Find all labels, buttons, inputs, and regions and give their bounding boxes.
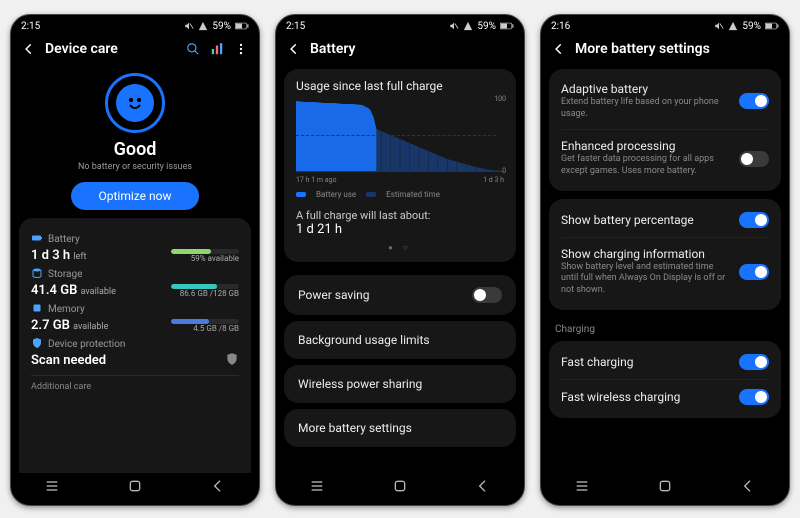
optimize-button[interactable]: Optimize now	[71, 182, 200, 210]
enhanced-toggle[interactable]	[739, 151, 769, 167]
signal-icon	[728, 21, 738, 31]
nav-back-icon[interactable]	[475, 478, 491, 497]
health-summary: Good No battery or security issues Optim…	[11, 65, 259, 214]
battery-icon	[500, 22, 514, 30]
rating-subtext: No battery or security issues	[11, 162, 259, 174]
more-icon[interactable]	[233, 41, 249, 57]
usage-heading: Usage since last full charge	[296, 79, 504, 93]
mute-icon	[184, 21, 194, 31]
back-icon[interactable]	[286, 41, 302, 57]
back-icon[interactable]	[21, 41, 37, 57]
storage-stat[interactable]: Storage 41.4 GB available 86.6 GB /128 G…	[31, 267, 239, 298]
adaptive-panel: Adaptive battery Extend battery life bas…	[549, 69, 781, 191]
header: Device care	[11, 35, 259, 65]
nav-home-icon[interactable]	[392, 478, 408, 497]
more-battery-settings-item[interactable]: More battery settings	[284, 409, 516, 447]
fast-charging-item[interactable]: Fast charging	[561, 345, 769, 379]
status-bar: 2:16 59%	[541, 15, 789, 35]
charging-section-header: Charging	[555, 324, 775, 335]
chart-x-start: 17 h 1 m ago	[296, 176, 336, 184]
chart-x-end: 1 d 3 h	[483, 176, 504, 184]
memory-stat[interactable]: Memory 2.7 GB available 4.5 GB /8 GB	[31, 302, 239, 333]
fast-wireless-toggle[interactable]	[739, 389, 769, 405]
page-title: More battery settings	[575, 41, 710, 57]
display-panel: Show battery percentage Show charging in…	[549, 199, 781, 310]
additional-care[interactable]: Additional care	[31, 375, 239, 392]
fast-charging-toggle[interactable]	[739, 354, 769, 370]
protection-stat[interactable]: Device protection Scan needed	[31, 337, 239, 369]
smiley-icon	[105, 73, 165, 133]
memory-icon	[31, 302, 43, 317]
nav-back-icon[interactable]	[740, 478, 756, 497]
battery-icon	[765, 22, 779, 30]
nav-home-icon[interactable]	[657, 478, 673, 497]
page-title: Device care	[45, 41, 118, 57]
status-time: 2:15	[286, 21, 305, 32]
charging-panel: Fast charging Fast wireless charging	[549, 341, 781, 418]
battery-icon	[235, 22, 249, 30]
more-battery-settings-screen: 2:16 59% More battery settings Adaptive …	[540, 14, 790, 506]
bg-limits-item[interactable]: Background usage limits	[284, 321, 516, 359]
header: More battery settings	[541, 35, 789, 65]
battery-stat[interactable]: Battery 1 d 3 h left 59% available	[31, 232, 239, 263]
show-percentage-toggle[interactable]	[739, 212, 769, 228]
shield-icon	[225, 352, 239, 369]
enhanced-processing-item[interactable]: Enhanced processing Get faster data proc…	[561, 129, 769, 186]
nav-recents-icon[interactable]	[574, 478, 590, 497]
mute-icon	[714, 21, 724, 31]
rating-text: Good	[11, 139, 259, 160]
battery-status: 59%	[742, 21, 761, 32]
adaptive-toggle[interactable]	[739, 93, 769, 109]
pager-dots[interactable]: ● ○	[296, 243, 504, 252]
battery-screen: 2:15 59% Battery Usage since last full c…	[275, 14, 525, 506]
storage-icon	[31, 267, 43, 282]
back-icon[interactable]	[551, 41, 567, 57]
battery-chart: 1000	[296, 99, 504, 172]
signal-icon	[198, 21, 208, 31]
nav-recents-icon[interactable]	[309, 478, 325, 497]
power-saving-toggle[interactable]	[472, 287, 502, 303]
stats-panel: Battery 1 d 3 h left 59% available Stora…	[19, 218, 251, 473]
battery-status: 59%	[477, 21, 496, 32]
usage-panel[interactable]: Usage since last full charge 1000 17 h 1…	[284, 69, 516, 262]
signal-icon	[463, 21, 473, 31]
show-percentage-item[interactable]: Show battery percentage	[561, 203, 769, 237]
battery-icon	[31, 232, 43, 247]
show-charging-toggle[interactable]	[739, 264, 769, 280]
status-time: 2:16	[551, 21, 570, 32]
nav-bar	[11, 473, 259, 505]
nav-back-icon[interactable]	[210, 478, 226, 497]
adaptive-battery-item[interactable]: Adaptive battery Extend battery life bas…	[561, 73, 769, 129]
nav-recents-icon[interactable]	[44, 478, 60, 497]
nav-bar	[541, 473, 789, 505]
status-time: 2:15	[21, 21, 40, 32]
show-charging-info-item[interactable]: Show charging information Show battery l…	[561, 237, 769, 306]
status-bar: 2:15 59%	[11, 15, 259, 35]
search-icon[interactable]	[185, 41, 201, 57]
full-charge-value: 1 d 21 h	[296, 222, 504, 237]
chart-icon[interactable]	[209, 41, 225, 57]
nav-home-icon[interactable]	[127, 478, 143, 497]
full-charge-label: A full charge will last about:	[296, 209, 504, 222]
chart-legend: Battery use Estimated time	[296, 190, 504, 199]
device-care-screen: 2:15 59% Device care Good No battery or …	[10, 14, 260, 506]
wireless-power-sharing-item[interactable]: Wireless power sharing	[284, 365, 516, 403]
nav-bar	[276, 473, 524, 505]
page-title: Battery	[310, 41, 355, 57]
battery-status: 59%	[212, 21, 231, 32]
status-bar: 2:15 59%	[276, 15, 524, 35]
mute-icon	[449, 21, 459, 31]
shield-icon	[31, 337, 43, 352]
fast-wireless-charging-item[interactable]: Fast wireless charging	[561, 379, 769, 414]
header: Battery	[276, 35, 524, 65]
power-saving-item[interactable]: Power saving	[284, 275, 516, 315]
